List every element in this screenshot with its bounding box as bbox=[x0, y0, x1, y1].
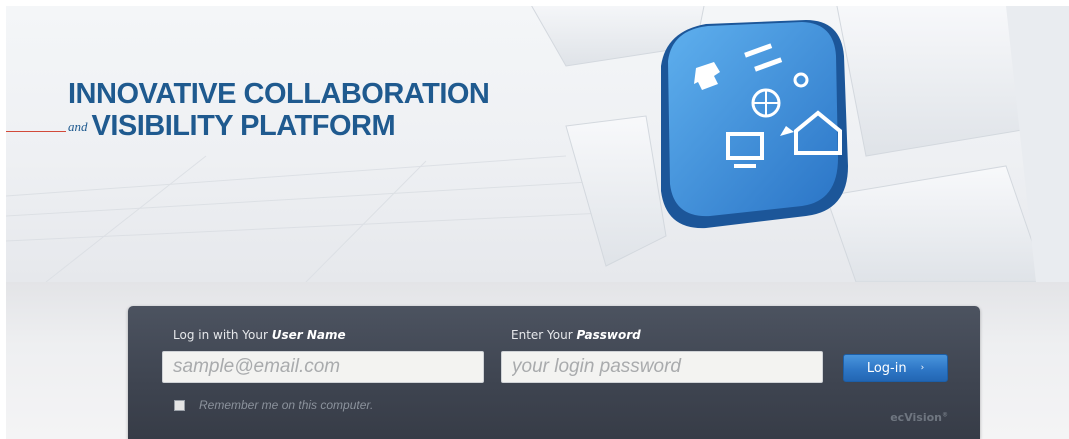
password-label: Enter Your Password bbox=[511, 328, 641, 342]
headline-and: and bbox=[68, 119, 88, 134]
headline-line-2-text: VISIBILITY PLATFORM bbox=[91, 110, 396, 142]
accent-rule bbox=[6, 131, 66, 132]
collaboration-key-icon bbox=[661, 20, 848, 229]
password-field[interactable] bbox=[501, 351, 823, 383]
brand-logo: ecVision® bbox=[890, 411, 948, 424]
brand-mark: ® bbox=[942, 411, 948, 419]
headline-line-2: and VISIBILITY PLATFORM bbox=[68, 110, 489, 143]
headline: INNOVATIVE COLLABORATION and VISIBILITY P… bbox=[68, 78, 490, 143]
password-label-prefix: Enter Your bbox=[511, 328, 577, 342]
remember-label: Remember me on this computer. bbox=[199, 398, 374, 412]
username-label: Log in with Your User Name bbox=[173, 328, 346, 342]
username-label-emphasis: User Name bbox=[271, 328, 346, 342]
remember-checkbox[interactable] bbox=[174, 399, 185, 411]
login-panel: Log in with Your User Name Enter Your Pa… bbox=[128, 306, 980, 439]
login-button-label: Log-in bbox=[866, 360, 907, 376]
login-button[interactable]: Log-in › bbox=[843, 354, 948, 382]
brand-name: ecVision bbox=[890, 411, 942, 424]
username-field[interactable] bbox=[162, 351, 484, 383]
hero-banner: INNOVATIVE COLLABORATION and VISIBILITY P… bbox=[6, 6, 1069, 282]
headline-line-1: INNOVATIVE COLLABORATION bbox=[68, 78, 490, 110]
username-label-prefix: Log in with Your bbox=[173, 328, 272, 342]
hero-background bbox=[6, 6, 1069, 282]
remember-me[interactable]: Remember me on this computer. bbox=[174, 398, 373, 412]
chevron-right-icon: › bbox=[920, 363, 925, 373]
password-label-emphasis: Password bbox=[576, 328, 641, 342]
